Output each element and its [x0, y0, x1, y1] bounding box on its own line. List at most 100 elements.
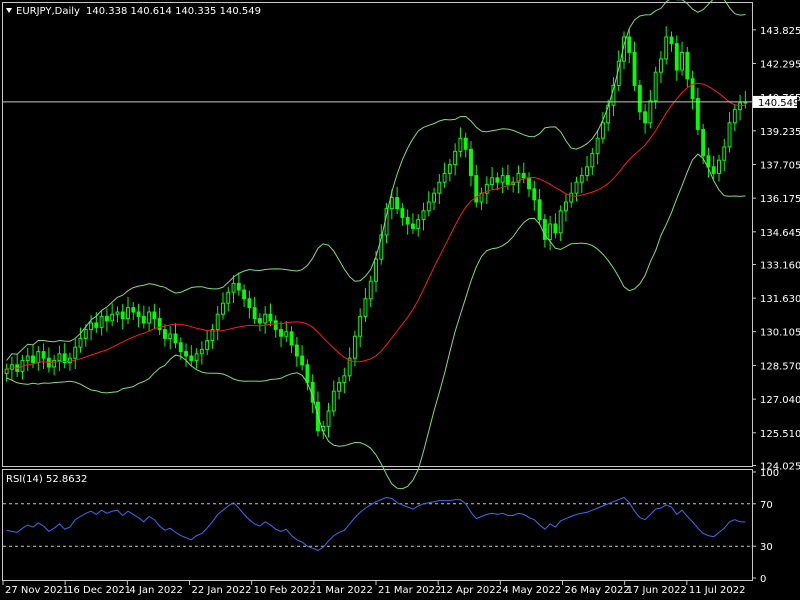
candle-body	[648, 100, 653, 124]
candle-body	[252, 307, 257, 320]
date-tick-label: 10 Feb 2022	[254, 585, 316, 596]
candle-body	[432, 192, 436, 203]
rsi-tick-label: 0	[760, 574, 766, 585]
price-tick-label: 134.645	[760, 228, 800, 239]
date-tick-label: 17 Jun 2022	[627, 585, 687, 596]
candle-body	[273, 320, 278, 331]
candle-body	[374, 258, 378, 282]
candle-body	[426, 201, 431, 212]
candle-body	[727, 122, 732, 148]
candle-body	[147, 311, 152, 324]
candle-body	[505, 175, 510, 185]
candle-body	[89, 322, 94, 331]
candle-body	[495, 177, 500, 183]
candle-body	[205, 340, 210, 350]
candle-body	[157, 318, 162, 331]
date-tick-label: 12 Apr 2022	[440, 585, 502, 596]
candle-body	[643, 111, 648, 124]
candle-body	[537, 199, 542, 221]
candle-body	[199, 348, 204, 355]
candle-body	[226, 291, 231, 304]
candle-body	[653, 71, 658, 102]
candle-body	[701, 128, 706, 157]
candle-body	[548, 223, 553, 240]
candle-body	[178, 342, 183, 353]
candle-body	[447, 164, 452, 174]
candle-body	[337, 381, 342, 392]
candle-body	[632, 51, 637, 86]
candle-body	[368, 280, 373, 300]
candle-body	[352, 335, 357, 359]
candle-body	[553, 223, 558, 234]
candle-body	[674, 43, 679, 71]
chart-background	[0, 0, 800, 600]
candle-body	[131, 307, 136, 313]
candle-body	[527, 177, 531, 190]
candle-body	[126, 307, 130, 320]
candle-body	[400, 208, 405, 218]
date-tick-label: 27 Nov 2021	[5, 585, 69, 596]
candle-body	[405, 216, 410, 225]
candle-body	[442, 172, 447, 183]
candle-body	[268, 313, 273, 322]
price-tick-label: 139.235	[760, 127, 800, 138]
candle-body	[410, 223, 415, 229]
candle-body	[25, 355, 30, 361]
candle-body	[257, 318, 262, 324]
candle-body	[83, 329, 88, 339]
candle-body	[194, 353, 199, 361]
last-price-label: 140.549	[758, 98, 799, 109]
candle-body	[136, 311, 141, 317]
candle-body	[437, 181, 442, 194]
date-tick-label: 26 May 2022	[565, 585, 630, 596]
price-tick-label: 125.510	[760, 429, 800, 440]
candle-body	[294, 344, 299, 357]
rsi-tick-label: 70	[760, 500, 773, 511]
candle-body	[521, 172, 526, 179]
candle-body	[120, 311, 125, 320]
price-tick-label: 128.570	[760, 361, 800, 372]
candle-body	[532, 188, 537, 201]
candle-body	[595, 137, 600, 155]
candle-body	[284, 331, 289, 337]
date-tick-label: 4 Jan 2022	[129, 585, 183, 596]
candle-body	[389, 197, 394, 210]
rsi-tick-label: 100	[760, 468, 779, 479]
candle-body	[152, 311, 157, 320]
candle-body	[104, 315, 109, 322]
candle-body	[732, 109, 737, 124]
candle-body	[4, 368, 9, 375]
candle-body	[231, 282, 236, 293]
candle-body	[458, 137, 463, 152]
candle-body	[564, 201, 568, 212]
candle-body	[453, 150, 458, 166]
candle-body	[664, 36, 669, 60]
price-tick-label: 142.295	[760, 60, 800, 71]
candle-body	[600, 122, 605, 139]
candle-body	[711, 166, 716, 174]
price-tick-label: 143.825	[760, 26, 800, 37]
mt4-chart-window[interactable]: 143.825142.295140.765139.235137.705136.1…	[0, 0, 800, 600]
candle-body	[706, 155, 711, 168]
candle-body	[342, 375, 347, 383]
candle-body	[627, 36, 632, 53]
date-tick-label: 11 Jul 2022	[689, 585, 746, 596]
candle-body	[279, 329, 283, 337]
candle-body	[242, 289, 247, 300]
candle-body	[263, 313, 268, 324]
candle-body	[421, 210, 426, 221]
candle-body	[300, 355, 305, 366]
candle-body	[41, 351, 46, 359]
candle-body	[57, 353, 62, 361]
date-tick-label: 1 Mar 2022	[316, 585, 373, 596]
price-tick-label: 130.105	[760, 328, 800, 339]
candle-body	[569, 192, 574, 203]
candle-body	[110, 313, 115, 322]
candle-body	[331, 390, 336, 412]
price-tick-label: 136.175	[760, 194, 800, 205]
candle-body	[115, 311, 120, 315]
date-tick-label: 16 Dec 2021	[67, 585, 131, 596]
candle-body	[669, 36, 674, 45]
candle-body	[469, 148, 473, 177]
candle-body	[73, 346, 78, 359]
